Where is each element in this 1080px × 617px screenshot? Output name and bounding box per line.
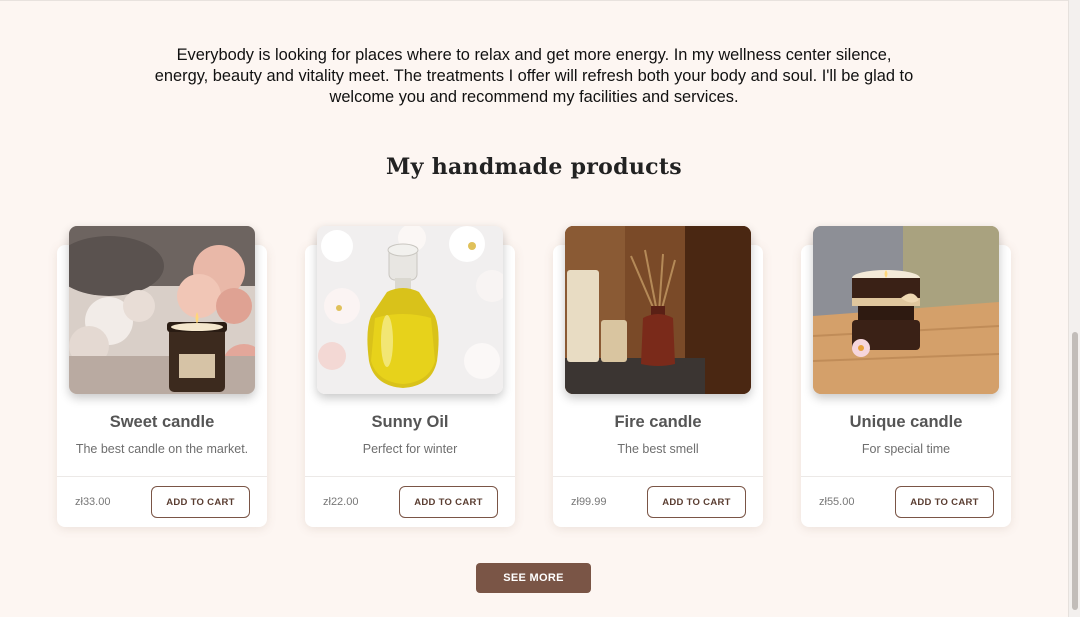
product-image-sweet-candle[interactable] bbox=[69, 226, 255, 394]
see-more-button[interactable]: SEE MORE bbox=[476, 563, 591, 593]
intro-text: Everybody is looking for places where to… bbox=[154, 46, 914, 106]
add-to-cart-button[interactable]: ADD TO CART bbox=[151, 486, 250, 518]
product-description: The best candle on the market. bbox=[75, 442, 249, 456]
product-name: Fire candle bbox=[614, 413, 702, 431]
product-card-fire-candle: Fire candle The best smell zł99.99 ADD T… bbox=[553, 226, 763, 527]
wooden-candle-image bbox=[813, 226, 999, 394]
candle-jar-image bbox=[69, 226, 255, 394]
add-to-cart-button[interactable]: ADD TO CART bbox=[895, 486, 994, 518]
scrollbar[interactable] bbox=[1068, 0, 1080, 617]
scrollbar-thumb[interactable] bbox=[1072, 332, 1078, 610]
product-description: The best smell bbox=[617, 442, 699, 456]
card-divider bbox=[553, 476, 763, 477]
oil-bottle-image bbox=[317, 226, 503, 394]
card-divider bbox=[801, 476, 1011, 477]
add-to-cart-button[interactable]: ADD TO CART bbox=[399, 486, 498, 518]
candles-diffuser-image bbox=[565, 226, 751, 394]
product-description: Perfect for winter bbox=[362, 442, 458, 456]
product-price: zł99.99 bbox=[571, 496, 607, 508]
product-price: zł33.00 bbox=[75, 496, 111, 508]
add-to-cart-button[interactable]: ADD TO CART bbox=[647, 486, 746, 518]
section-title: My handmade products bbox=[386, 154, 682, 180]
product-name: Sunny Oil bbox=[371, 413, 449, 431]
product-card-sweet-candle: Sweet candle The best candle on the mark… bbox=[57, 226, 267, 527]
top-divider bbox=[0, 0, 1068, 1]
product-card-sunny-oil: Sunny Oil Perfect for winter zł22.00 ADD… bbox=[305, 226, 515, 527]
product-image-fire-candle[interactable] bbox=[565, 226, 751, 394]
card-divider bbox=[57, 476, 267, 477]
product-card-unique-candle: Unique candle For special time zł55.00 A… bbox=[801, 226, 1011, 527]
product-name: Sweet candle bbox=[109, 413, 215, 431]
product-price: zł55.00 bbox=[819, 496, 855, 508]
product-name: Unique candle bbox=[849, 413, 963, 431]
product-price: zł22.00 bbox=[323, 496, 359, 508]
product-image-sunny-oil[interactable] bbox=[317, 226, 503, 394]
product-image-unique-candle[interactable] bbox=[813, 226, 999, 394]
card-divider bbox=[305, 476, 515, 477]
product-description: For special time bbox=[861, 442, 951, 456]
